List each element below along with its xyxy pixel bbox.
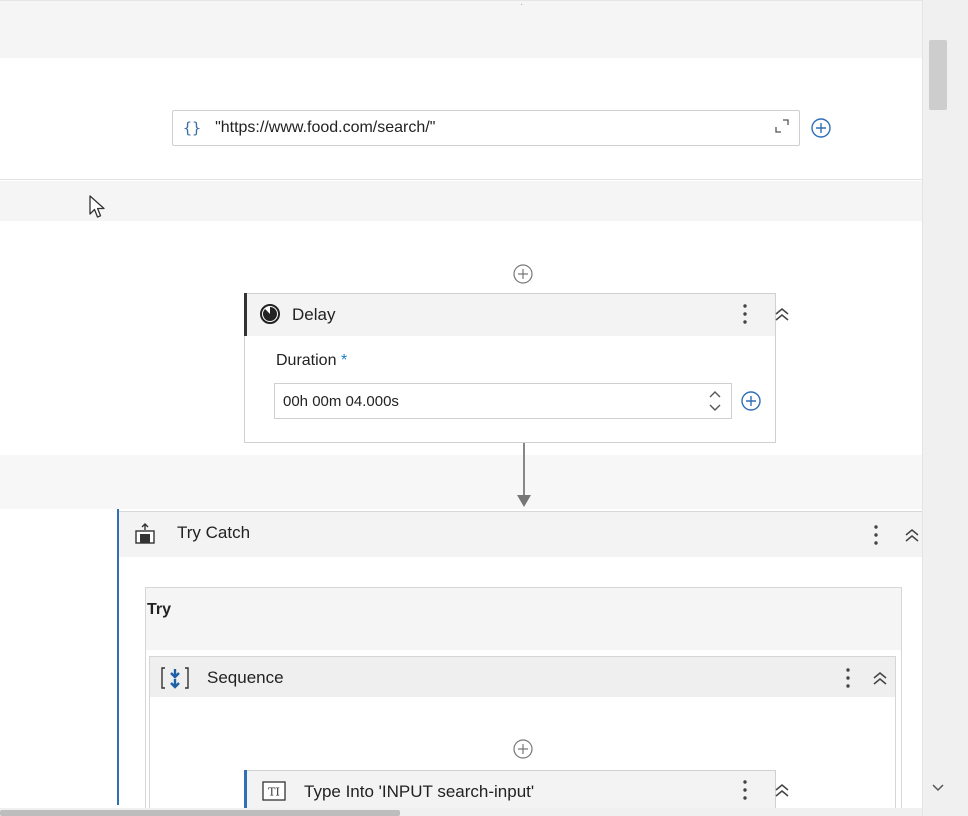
try-catch-icon: [134, 523, 156, 545]
url-input-field[interactable]: {} "https://www.food.com/search/": [172, 110, 800, 146]
duration-label-text: Duration: [276, 352, 337, 369]
vertical-scrollbar[interactable]: [922, 0, 968, 816]
connector-arrow-icon: [516, 494, 532, 508]
try-catch-background: [0, 455, 922, 509]
duration-input[interactable]: 00h 00m 04.000s: [274, 383, 732, 419]
try-label: Try: [147, 601, 172, 618]
type-into-icon-text: TI: [268, 786, 280, 799]
sequence-icon: [160, 666, 190, 690]
duration-value: 00h 00m 04.000s: [283, 392, 399, 410]
collapse-chevrons-icon[interactable]: [903, 527, 921, 543]
more-vertical-icon[interactable]: [740, 778, 750, 802]
expand-icon[interactable]: [774, 118, 790, 134]
collapse-chevrons-icon[interactable]: [773, 306, 791, 322]
type-into-icon: TI: [262, 781, 286, 801]
required-marker: *: [340, 352, 348, 369]
top-canvas-band: [0, 0, 922, 58]
try-catch-title: Try Catch: [177, 523, 251, 542]
add-activity-icon[interactable]: [512, 738, 534, 760]
try-catch-selection-rail: [117, 509, 119, 805]
delay-title: Delay: [292, 305, 336, 324]
sequence-title: Sequence: [207, 668, 284, 687]
more-vertical-icon[interactable]: [871, 523, 881, 547]
canvas-divider-band: [0, 181, 922, 221]
more-vertical-icon[interactable]: [843, 666, 853, 690]
add-activity-icon[interactable]: [512, 263, 534, 285]
connector-stub: ·: [520, 0, 524, 10]
expression-braces-icon: {}: [183, 119, 202, 137]
mouse-cursor-icon: [88, 194, 108, 220]
try-block-header: [146, 588, 901, 650]
type-into-title: Type Into 'INPUT search-input': [304, 782, 535, 801]
delay-clock-icon: [259, 303, 281, 325]
collapse-chevrons-icon[interactable]: [871, 670, 889, 686]
scroll-down-icon[interactable]: [928, 780, 948, 796]
horizontal-scroll-thumb[interactable]: [0, 810, 400, 816]
add-circle-icon[interactable]: [810, 117, 832, 139]
duration-label: Duration *: [276, 351, 347, 371]
delay-selection-accent: [244, 293, 247, 336]
vertical-scroll-thumb[interactable]: [929, 40, 947, 110]
connector-line: [523, 443, 525, 495]
spinner-updown-icon[interactable]: [706, 387, 724, 415]
url-input-value: "https://www.food.com/search/": [215, 119, 436, 136]
collapse-chevrons-icon[interactable]: [773, 782, 791, 798]
add-circle-icon[interactable]: [740, 390, 762, 412]
more-vertical-icon[interactable]: [740, 302, 750, 326]
